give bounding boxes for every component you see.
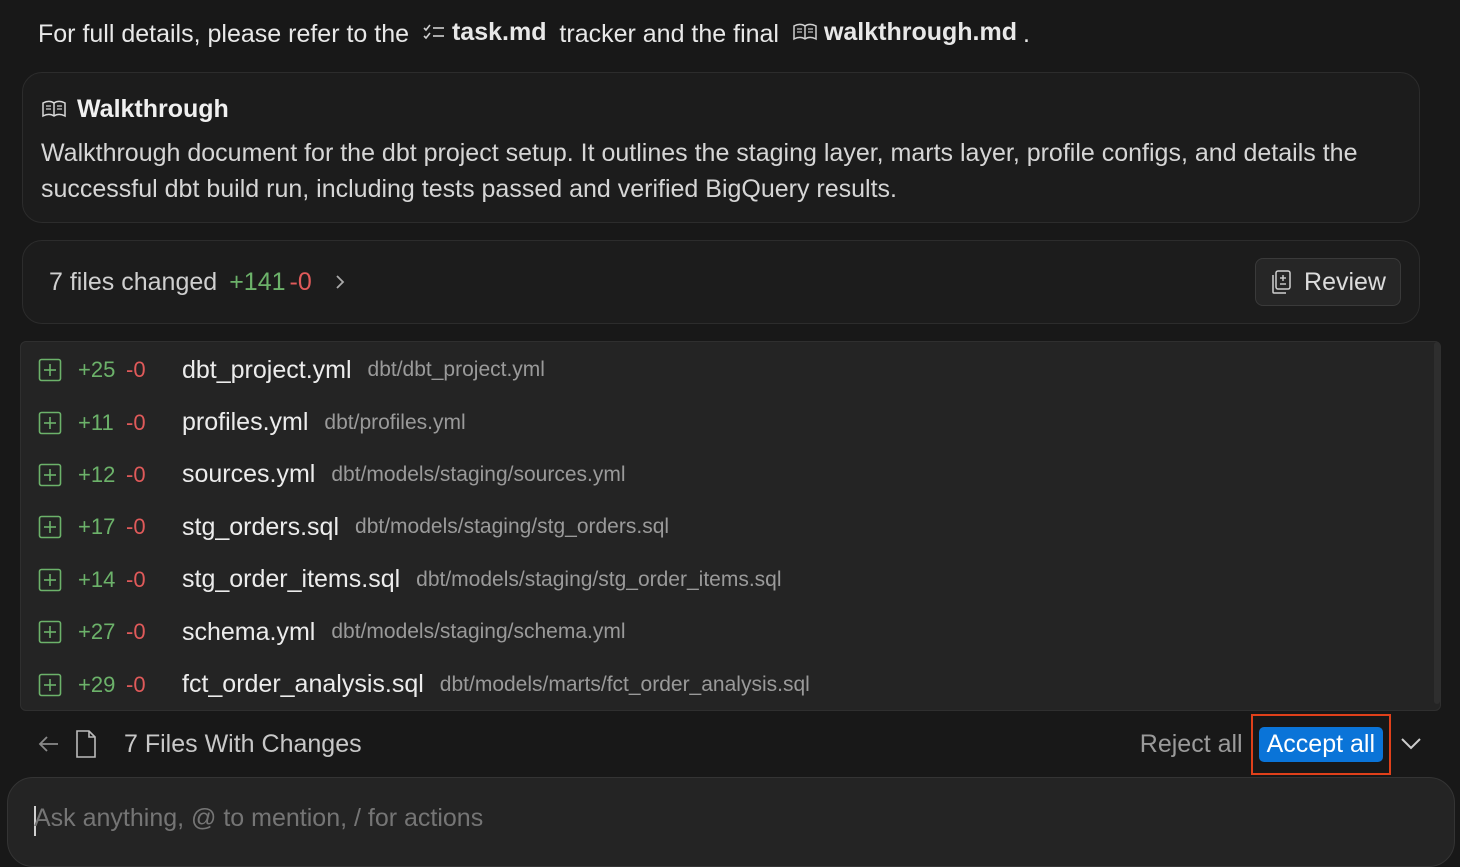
changes-count-label: 7 files changed — [49, 267, 218, 296]
chevron-down-icon[interactable] — [1399, 736, 1423, 752]
changed-files-list: +25 -0 dbt_project.yml dbt/dbt_project.y… — [20, 341, 1441, 711]
file-deletions: -0 — [126, 671, 146, 697]
file-row[interactable]: +27 -0 schema.yml dbt/models/staging/sch… — [21, 606, 1440, 658]
file-path: dbt/models/staging/sources.yml — [331, 462, 626, 486]
review-document-icon — [1272, 270, 1291, 294]
total-deletions: -0 — [289, 267, 312, 296]
added-file-icon — [38, 358, 62, 382]
file-row[interactable]: +29 -0 fct_order_analysis.sql dbt/models… — [21, 658, 1440, 710]
file-path: dbt/models/staging/stg_orders.sql — [355, 515, 670, 539]
scrollbar[interactable] — [1434, 342, 1440, 704]
file-row[interactable]: +14 -0 stg_order_items.sql dbt/models/st… — [21, 554, 1440, 606]
file-name: stg_order_items.sql — [182, 565, 401, 594]
file-row[interactable]: +17 -0 stg_orders.sql dbt/models/staging… — [21, 501, 1440, 553]
added-file-icon — [38, 568, 62, 592]
total-additions: +141 — [229, 267, 286, 296]
added-file-icon — [38, 673, 62, 697]
file-additions: +14 — [78, 566, 116, 592]
file-row[interactable]: +25 -0 dbt_project.yml dbt/dbt_project.y… — [21, 344, 1440, 396]
walkthrough-card[interactable]: Walkthrough Walkthrough document for the… — [22, 72, 1420, 223]
task-file-link[interactable]: task.md — [422, 14, 546, 50]
added-file-icon — [38, 411, 62, 435]
file-name: dbt_project.yml — [182, 355, 352, 384]
walkthrough-card-header: Walkthrough — [41, 91, 1401, 127]
added-file-icon — [38, 463, 62, 487]
files-with-changes-label: 7 Files With Changes — [124, 729, 362, 758]
file-row[interactable]: +11 -0 profiles.yml dbt/profiles.yml — [21, 396, 1440, 448]
file-deletions: -0 — [126, 461, 146, 487]
accept-all-button[interactable]: Accept all — [1258, 726, 1383, 762]
arrow-left-icon[interactable] — [36, 732, 62, 756]
file-deletions: -0 — [126, 409, 146, 435]
chat-input[interactable] — [34, 804, 1414, 833]
added-file-icon — [38, 620, 62, 644]
review-button-label: Review — [1304, 267, 1386, 296]
file-additions: +29 — [78, 671, 116, 697]
accept-all-highlight: Accept all — [1250, 713, 1391, 775]
intro-text-middle: tracker and the final — [559, 20, 779, 48]
file-name: profiles.yml — [182, 408, 309, 437]
file-deletions: -0 — [126, 566, 146, 592]
changes-summary-card: 7 files changed +141 -0 Review — [22, 240, 1420, 324]
walkthrough-file-link[interactable]: walkthrough.md — [792, 14, 1017, 50]
checklist-icon — [423, 24, 444, 40]
file-icon — [74, 729, 98, 759]
intro-text-after: . — [1023, 20, 1030, 48]
file-path: dbt/models/marts/fct_order_analysis.sql — [439, 672, 810, 696]
file-deletions: -0 — [126, 619, 146, 645]
intro-text: For full details, please refer to the ta… — [38, 14, 1030, 52]
file-additions: +11 — [78, 409, 114, 435]
reject-all-button[interactable]: Reject all — [1140, 730, 1243, 759]
changes-action-bar: 7 Files With Changes Reject all Accept a… — [20, 712, 1441, 776]
file-path: dbt/profiles.yml — [324, 410, 466, 434]
chat-input-box — [7, 777, 1455, 867]
changes-summary[interactable]: 7 files changed +141 -0 — [49, 268, 346, 297]
file-name: schema.yml — [182, 617, 316, 646]
book-icon — [793, 23, 817, 41]
file-row[interactable]: +12 -0 sources.yml dbt/models/staging/so… — [21, 449, 1440, 501]
book-icon — [42, 100, 66, 118]
added-file-icon — [38, 515, 62, 539]
file-deletions: -0 — [126, 357, 146, 383]
file-additions: +25 — [78, 357, 116, 383]
file-deletions: -0 — [126, 514, 146, 540]
file-path: dbt/models/staging/stg_order_items.sql — [416, 567, 782, 591]
walkthrough-file-name: walkthrough.md — [823, 18, 1018, 46]
file-name: fct_order_analysis.sql — [182, 670, 424, 699]
walkthrough-card-description: Walkthrough document for the dbt project… — [41, 139, 1358, 203]
intro-text-before: For full details, please refer to the — [38, 20, 410, 48]
review-button[interactable]: Review — [1255, 258, 1401, 306]
walkthrough-card-title: Walkthrough — [77, 94, 229, 123]
file-path: dbt/models/staging/schema.yml — [331, 620, 626, 644]
file-path: dbt/dbt_project.yml — [367, 358, 545, 382]
file-additions: +17 — [78, 514, 116, 540]
file-additions: +12 — [78, 461, 116, 487]
file-additions: +27 — [78, 619, 116, 645]
task-file-name: task.md — [451, 18, 547, 46]
file-name: stg_orders.sql — [182, 512, 340, 541]
file-name: sources.yml — [182, 460, 316, 489]
chevron-right-icon[interactable] — [334, 272, 346, 292]
